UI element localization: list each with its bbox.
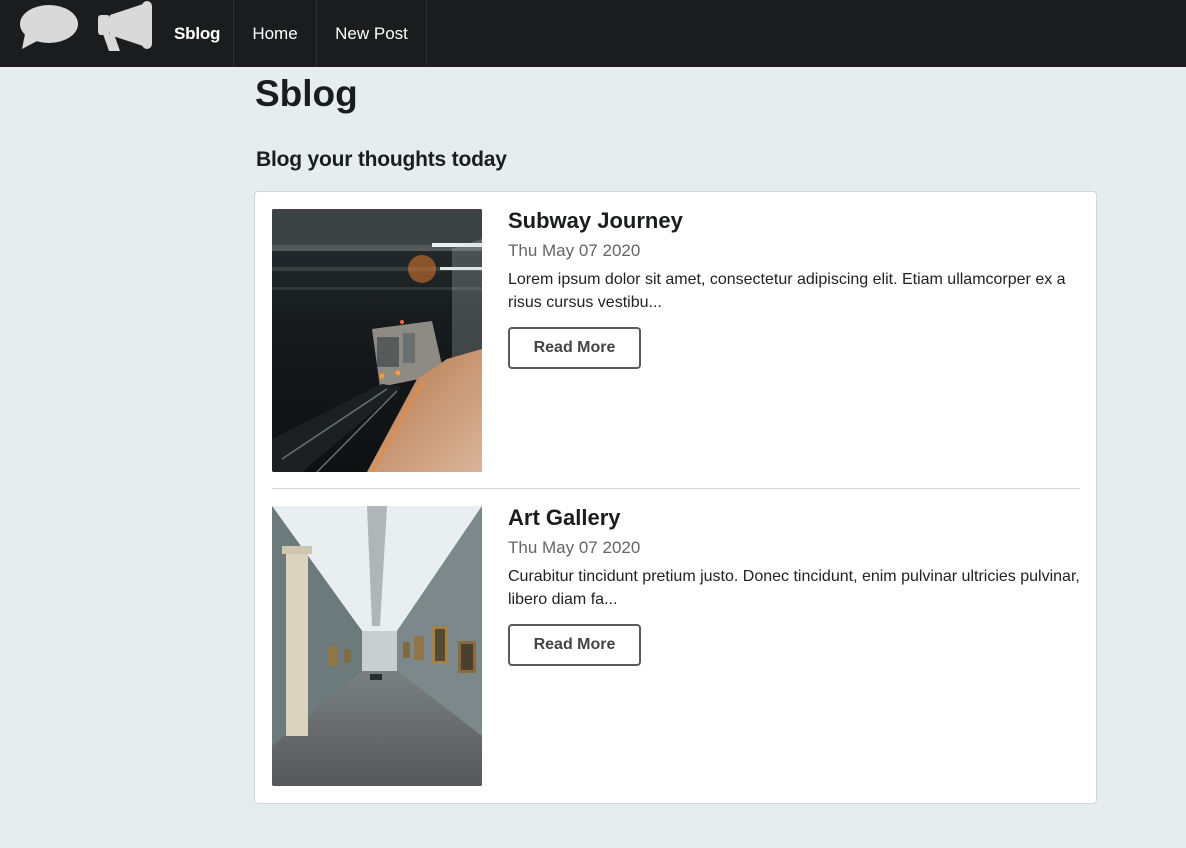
read-more-button[interactable]: Read More (508, 327, 641, 369)
chat-bubble-icon (20, 5, 78, 49)
post-title[interactable]: Subway Journey (508, 208, 1080, 234)
post-date: Thu May 07 2020 (508, 241, 641, 260)
post-excerpt: Curabitur tincidunt pretium justo. Donec… (508, 568, 1080, 608)
post-excerpt: Lorem ipsum dolor sit amet, consectetur … (508, 271, 1066, 311)
read-more-button[interactable]: Read More (508, 624, 641, 666)
nav-new-post-link[interactable]: New Post (317, 0, 427, 67)
brand-link[interactable]: Sblog (163, 0, 234, 67)
megaphone-icon (98, 1, 152, 51)
nav-logo-icons (0, 0, 163, 67)
post-thumbnail-gallery[interactable] (272, 506, 482, 786)
post-title[interactable]: Art Gallery (508, 505, 1080, 531)
post-date: Thu May 07 2020 (508, 538, 641, 557)
post-divider (272, 488, 1080, 489)
post-list-card: Subway Journey Thu May 07 2020 Lorem ips… (254, 191, 1097, 804)
page-subtitle: Blog your thoughts today (256, 148, 507, 171)
top-navbar: Sblog Home New Post (0, 0, 1186, 67)
post-body: Art Gallery Thu May 07 2020 Curabitur ti… (508, 505, 1080, 666)
page-title: Sblog (255, 73, 358, 114)
nav-home-link[interactable]: Home (234, 0, 317, 67)
post-item: Subway Journey Thu May 07 2020 Lorem ips… (272, 208, 1080, 489)
post-thumbnail-subway[interactable] (272, 209, 482, 472)
post-item: Art Gallery Thu May 07 2020 Curabitur ti… (272, 505, 1080, 786)
post-body: Subway Journey Thu May 07 2020 Lorem ips… (508, 208, 1080, 369)
